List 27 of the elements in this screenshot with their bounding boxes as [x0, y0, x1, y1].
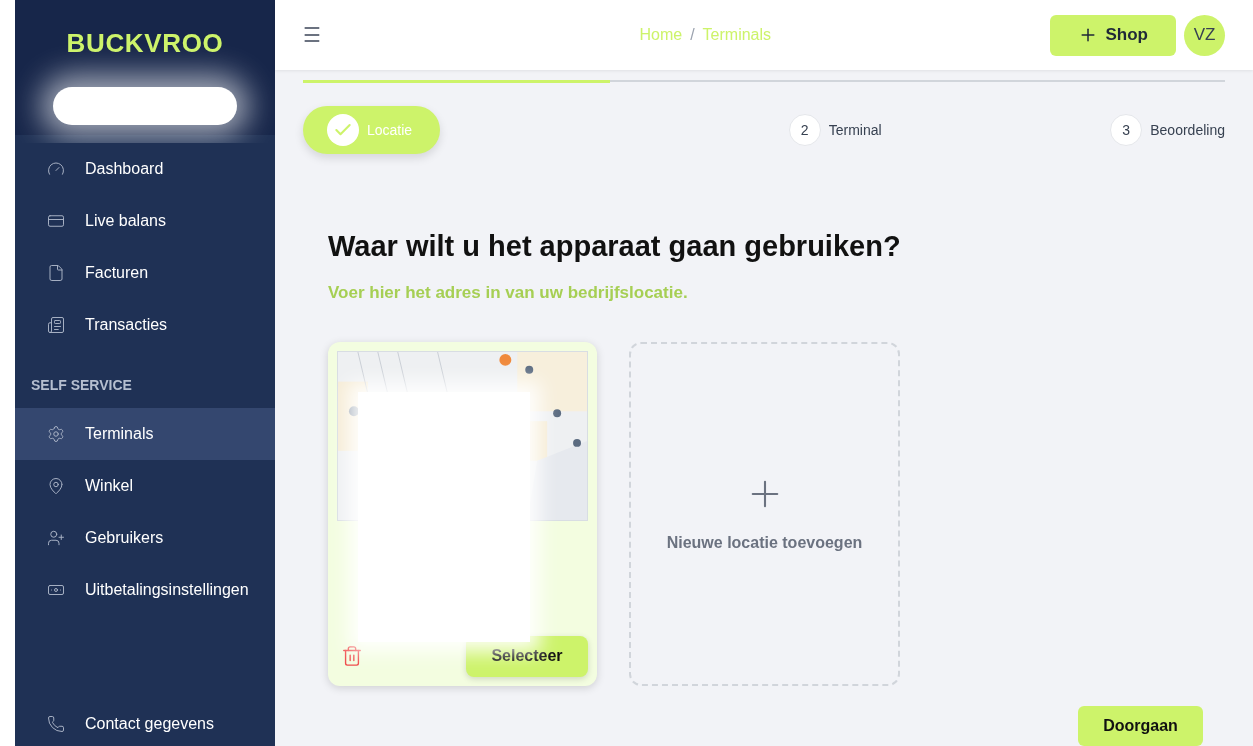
sidebar-item[interactable]: Terminals: [15, 408, 275, 460]
trash-icon[interactable]: [341, 645, 363, 668]
card-icon: [47, 212, 65, 230]
sidebar-item[interactable]: Contact gegevens: [15, 702, 275, 746]
step[interactable]: 2 Terminal: [788, 114, 882, 146]
breadcrumb-separator: /: [690, 25, 695, 45]
continue-button[interactable]: Doorgaan: [1078, 706, 1203, 746]
location-card[interactable]: Selecteer: [328, 341, 597, 686]
select-button[interactable]: Selecteer: [466, 635, 588, 677]
phone-icon: [47, 715, 65, 733]
step-number: 2: [788, 114, 821, 146]
step[interactable]: 3 Beoordeling: [1110, 114, 1225, 146]
logo: BUCKVROO: [66, 27, 224, 60]
subtitle: Voer hier het adres in van uw bedrijfslocatie.: [328, 282, 689, 305]
pin-icon: [47, 477, 65, 495]
user-plus-icon: [47, 529, 65, 547]
settings-icon: [47, 425, 65, 443]
page-title: Waar wilt u het apparaat gaan gebruiken?: [328, 229, 902, 264]
gauge-icon: [47, 160, 65, 178]
document-icon: [47, 264, 65, 282]
section-heading: SELF SERVICE: [30, 376, 133, 395]
avatar[interactable]: VZ: [1184, 14, 1225, 56]
shop-button[interactable]: Shop: [1049, 14, 1176, 56]
menu-icon[interactable]: ☰: [303, 20, 321, 50]
list-icon: [47, 316, 65, 334]
add-location-card[interactable]: Nieuwe locatie toevoegen: [629, 341, 900, 686]
step-number: 3: [1110, 114, 1143, 146]
